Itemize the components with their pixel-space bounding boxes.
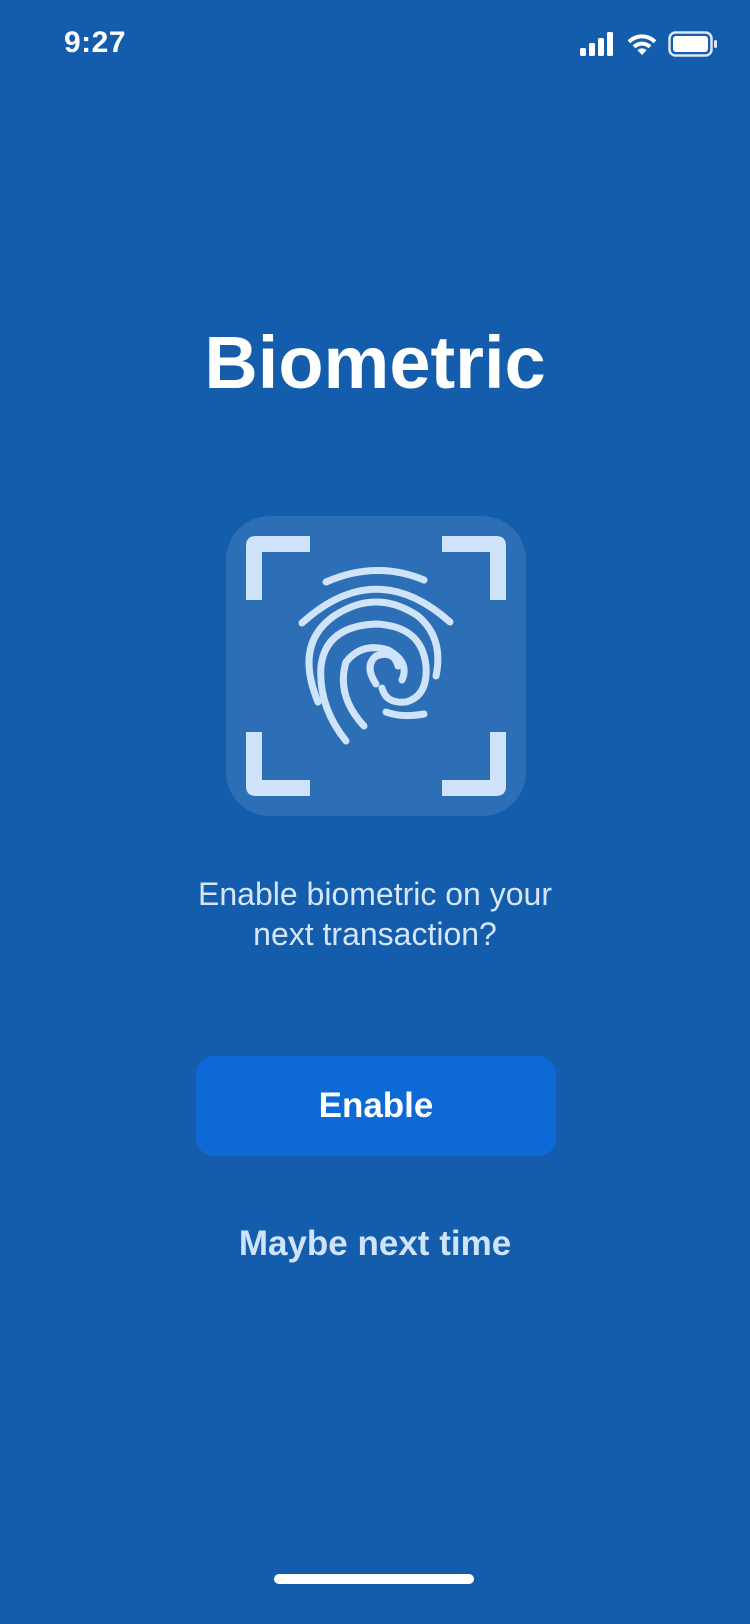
biometric-screen: 9:27 Biometric Enable biometric on your … bbox=[0, 0, 750, 1624]
home-indicator bbox=[274, 1574, 474, 1584]
biometric-prompt: Enable biometric on your next transactio… bbox=[0, 874, 750, 954]
wifi-icon bbox=[626, 32, 658, 61]
status-icons bbox=[580, 30, 718, 62]
prompt-line-1: Enable biometric on your bbox=[198, 876, 552, 912]
status-bar: 9:27 bbox=[0, 0, 750, 92]
page-title: Biometric bbox=[204, 321, 546, 404]
prompt-line-2: next transaction? bbox=[253, 916, 497, 952]
biometric-card bbox=[226, 516, 526, 816]
battery-icon bbox=[668, 30, 718, 62]
status-time: 9:27 bbox=[64, 26, 127, 59]
enable-button[interactable]: Enable bbox=[196, 1056, 556, 1156]
fingerprint-icon bbox=[246, 536, 506, 796]
cellular-signal-icon bbox=[580, 31, 616, 61]
maybe-next-time-link[interactable]: Maybe next time bbox=[0, 1224, 750, 1264]
